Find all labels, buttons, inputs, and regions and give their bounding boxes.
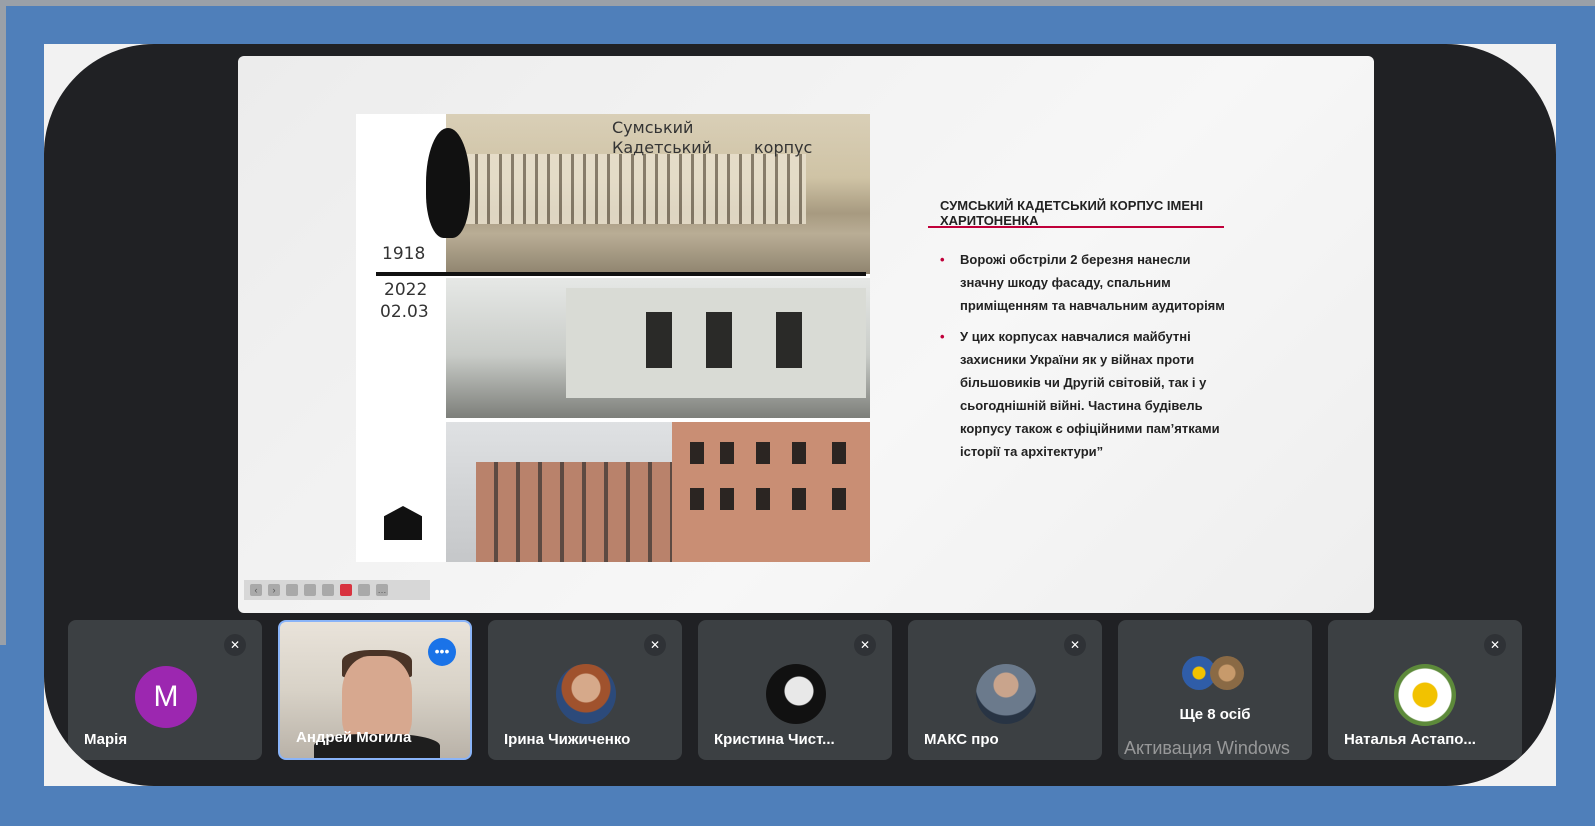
next-slide-icon[interactable]: › xyxy=(268,584,280,596)
drawn-symbol xyxy=(426,128,470,238)
handwritten-caption-top: Сумський xyxy=(612,118,694,137)
top-border xyxy=(0,0,1595,6)
avatar xyxy=(556,664,616,724)
grouped-avatars xyxy=(1180,656,1250,692)
window xyxy=(646,312,672,368)
mic-off-icon: ✕ xyxy=(644,634,666,656)
divider-line xyxy=(376,272,866,276)
participant-name: Наталья Астапо... xyxy=(1344,731,1476,748)
handwritten-caption-mid: Кадетський xyxy=(612,138,713,157)
date-0203: 02.03 xyxy=(380,302,429,322)
window xyxy=(756,488,770,510)
window xyxy=(720,442,734,464)
slide-title: СУМСЬКИЙ КАДЕТСЬКИЙ КОРПУС ІМЕНІ ХАРИТОН… xyxy=(940,198,1204,228)
window xyxy=(776,312,802,368)
mic-off-icon: ✕ xyxy=(224,634,246,656)
more-options-button[interactable]: ••• xyxy=(428,638,456,666)
destroyed-building-photo xyxy=(446,422,870,562)
window xyxy=(756,442,770,464)
window xyxy=(792,442,806,464)
window xyxy=(720,488,734,510)
handwritten-caption-right: корпус xyxy=(754,138,813,157)
bullet-item: Ворожі обстріли 2 березня нанесли значну… xyxy=(938,248,1228,317)
meeting-window: Сумський Кадетський корпус 1918 2022 02.… xyxy=(44,44,1556,786)
brick-wall xyxy=(672,422,870,562)
title-underline xyxy=(928,226,1224,228)
ruined-wall xyxy=(476,462,672,562)
window xyxy=(690,488,704,510)
left-border xyxy=(0,0,6,645)
slide-bullets: Ворожі обстріли 2 березня нанесли значну… xyxy=(938,248,1228,471)
mic-off-icon: ✕ xyxy=(1484,634,1506,656)
zoom-icon[interactable] xyxy=(358,584,370,596)
participant-name: Андрей Могила xyxy=(296,729,412,746)
copy-icon[interactable] xyxy=(286,584,298,596)
avatar xyxy=(1394,664,1456,726)
participant-name: Марія xyxy=(84,731,128,748)
participant-tile-krystyna[interactable]: ✕ Кристина Чист... xyxy=(698,620,892,760)
slide-toolbar: ‹ › … xyxy=(244,580,430,600)
participant-tile-iryna[interactable]: ✕ Ірина Чижиченко xyxy=(488,620,682,760)
building-facade xyxy=(466,154,806,224)
participant-tile-andrey[interactable]: ••• Андрей Могила xyxy=(278,620,472,760)
drawn-house-icon xyxy=(384,506,422,540)
windows-activation-watermark: Активация Windows xyxy=(1124,738,1290,758)
year-1918: 1918 xyxy=(382,244,426,264)
window xyxy=(706,312,732,368)
avatar xyxy=(976,664,1036,724)
meeting-screen: Сумський Кадетський корпус 1918 2022 02.… xyxy=(44,44,1556,786)
participant-tile-maks[interactable]: ✕ МАКС про xyxy=(908,620,1102,760)
mic-off-icon: ✕ xyxy=(854,634,876,656)
presentation-slide: Сумський Кадетський корпус 1918 2022 02.… xyxy=(238,56,1374,613)
year-2022: 2022 xyxy=(384,280,428,300)
avatar xyxy=(766,664,826,724)
bullet-item: У цих корпусах навчалися майбутні захисн… xyxy=(938,325,1228,463)
damaged-facade-photo xyxy=(446,278,870,418)
record-icon[interactable] xyxy=(340,584,352,596)
more-participants-label: Ще 8 осіб xyxy=(1179,706,1251,723)
participant-name: Ірина Чижиченко xyxy=(504,731,631,748)
window xyxy=(832,488,846,510)
photo-collage: Сумський Кадетський корпус 1918 2022 02.… xyxy=(356,114,870,562)
pen-icon[interactable] xyxy=(304,584,316,596)
window xyxy=(792,488,806,510)
participant-name: МАКС про xyxy=(924,731,999,748)
more-options-icon[interactable]: … xyxy=(376,584,388,596)
participant-tiles: ✕ M Марія ••• Андрей Могила ✕ Ірина Чижи… xyxy=(68,620,1528,762)
participant-tile-maria[interactable]: ✕ M Марія xyxy=(68,620,262,760)
avatar: M xyxy=(135,666,197,728)
highlighter-icon[interactable] xyxy=(322,584,334,596)
participant-tile-natalya[interactable]: ✕ Наталья Астапо... xyxy=(1328,620,1522,760)
participant-name: Кристина Чист... xyxy=(714,731,835,748)
prev-slide-icon[interactable]: ‹ xyxy=(250,584,262,596)
mic-off-icon: ✕ xyxy=(1064,634,1086,656)
avatar xyxy=(1210,656,1244,690)
window xyxy=(690,442,704,464)
window xyxy=(832,442,846,464)
